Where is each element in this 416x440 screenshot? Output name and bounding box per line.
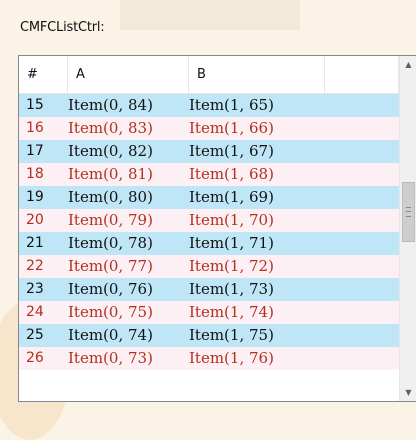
arrow-up-icon[interactable]: ▲ xyxy=(400,56,416,73)
row-number: 20 xyxy=(26,212,44,228)
cell-b: Item(1, 73) xyxy=(189,280,274,298)
grip-icon xyxy=(406,207,411,217)
cell-a: Item(0, 79) xyxy=(68,211,153,229)
list-row[interactable]: 25 Item(0, 74) Item(1, 75) xyxy=(19,324,399,347)
row-number: 26 xyxy=(26,350,44,366)
list-row[interactable]: 20 Item(0, 79) Item(1, 70) xyxy=(19,209,399,232)
list-rows: 15 Item(0, 84) Item(1, 65) 16 Item(0, 83… xyxy=(19,94,399,370)
cell-b: Item(1, 76) xyxy=(189,349,274,367)
cell-b: Item(1, 71) xyxy=(189,234,274,252)
list-control[interactable]: # A B 15 Item(0, 84) Item(1, 65) 16 Item… xyxy=(18,55,416,402)
arrow-down-icon[interactable]: ▼ xyxy=(400,384,416,401)
list-caption: CMFCListCtrl: xyxy=(20,20,105,35)
list-row[interactable]: 23 Item(0, 76) Item(1, 73) xyxy=(19,278,399,301)
column-header-number[interactable]: # xyxy=(19,56,68,93)
row-number: 15 xyxy=(26,97,44,113)
cell-empty xyxy=(325,117,399,140)
cell-empty xyxy=(325,94,399,117)
cell-b: Item(1, 70) xyxy=(189,211,274,229)
cell-a: Item(0, 73) xyxy=(68,349,153,367)
cell-empty xyxy=(325,324,399,347)
cell-a: Item(0, 82) xyxy=(68,142,153,160)
cell-a: Item(0, 81) xyxy=(68,165,153,183)
cell-empty xyxy=(325,186,399,209)
cell-a: Item(0, 80) xyxy=(68,188,153,206)
column-header-a[interactable]: A xyxy=(68,56,189,93)
vertical-scrollbar[interactable]: ▲ ▼ xyxy=(399,56,416,401)
list-row[interactable]: 17 Item(0, 82) Item(1, 67) xyxy=(19,140,399,163)
column-header-empty[interactable] xyxy=(325,56,399,93)
list-row[interactable]: 19 Item(0, 80) Item(1, 69) xyxy=(19,186,399,209)
cell-empty xyxy=(325,255,399,278)
cell-b: Item(1, 72) xyxy=(189,257,274,275)
cell-empty xyxy=(325,347,399,370)
scrollbar-thumb[interactable] xyxy=(402,182,415,242)
cell-empty xyxy=(325,209,399,232)
cell-a: Item(0, 76) xyxy=(68,280,153,298)
row-number: 19 xyxy=(26,189,44,205)
cell-b: Item(1, 68) xyxy=(189,165,274,183)
cell-empty xyxy=(325,232,399,255)
cell-a: Item(0, 84) xyxy=(68,96,153,114)
cell-b: Item(1, 67) xyxy=(189,142,274,160)
list-header: # A B xyxy=(19,56,399,94)
list-row[interactable]: 24 Item(0, 75) Item(1, 74) xyxy=(19,301,399,324)
cell-b: Item(1, 66) xyxy=(189,119,274,137)
row-number: 22 xyxy=(26,258,44,274)
cell-a: Item(0, 74) xyxy=(68,326,153,344)
column-header-b[interactable]: B xyxy=(189,56,325,93)
background-decoration xyxy=(120,0,300,30)
row-number: 18 xyxy=(26,166,44,182)
row-number: 21 xyxy=(26,235,44,251)
cell-b: Item(1, 65) xyxy=(189,96,274,114)
list-row[interactable]: 15 Item(0, 84) Item(1, 65) xyxy=(19,94,399,117)
cell-a: Item(0, 75) xyxy=(68,303,153,321)
list-row[interactable]: 16 Item(0, 83) Item(1, 66) xyxy=(19,117,399,140)
row-number: 23 xyxy=(26,281,44,297)
list-row[interactable]: 22 Item(0, 77) Item(1, 72) xyxy=(19,255,399,278)
row-number: 17 xyxy=(26,143,44,159)
list-row[interactable]: 21 Item(0, 78) Item(1, 71) xyxy=(19,232,399,255)
cell-empty xyxy=(325,163,399,186)
row-number: 25 xyxy=(26,327,44,343)
cell-empty xyxy=(325,140,399,163)
cell-a: Item(0, 83) xyxy=(68,119,153,137)
cell-b: Item(1, 75) xyxy=(189,326,274,344)
list-row[interactable]: 18 Item(0, 81) Item(1, 68) xyxy=(19,163,399,186)
cell-a: Item(0, 78) xyxy=(68,234,153,252)
cell-b: Item(1, 69) xyxy=(189,188,274,206)
cell-empty xyxy=(325,278,399,301)
row-number: 16 xyxy=(26,120,44,136)
cell-a: Item(0, 77) xyxy=(68,257,153,275)
cell-b: Item(1, 74) xyxy=(189,303,274,321)
cell-empty xyxy=(325,301,399,324)
list-row[interactable]: 26 Item(0, 73) Item(1, 76) xyxy=(19,347,399,370)
row-number: 24 xyxy=(26,304,44,320)
